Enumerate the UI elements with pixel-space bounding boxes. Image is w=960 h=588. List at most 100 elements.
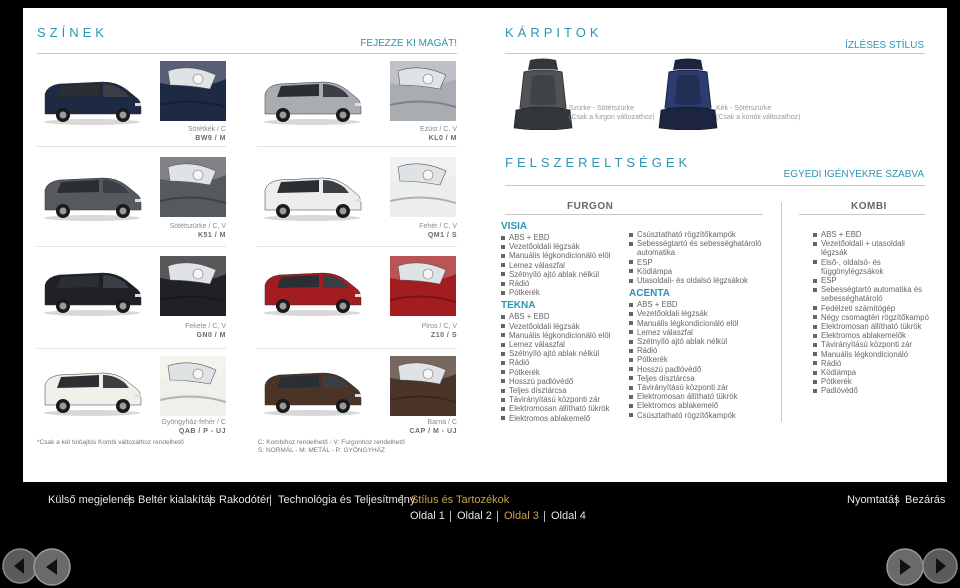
feature-item: Teljes dísztárcsa [501, 386, 629, 395]
feature-item: Pótkerék [501, 288, 629, 297]
swatch-row-divider [257, 146, 457, 147]
trim-level-title: TEKNA [501, 300, 536, 312]
swatch-name: Fekete / C, V [185, 323, 226, 330]
swatch-car-image [257, 363, 367, 419]
feature-item: Távirányítású központi zár [501, 395, 629, 404]
swatch-caption: Ezüst / C, V KL0 / M [257, 125, 457, 143]
swatch-code: GN0 / M [196, 332, 226, 339]
swatch-row-divider [37, 146, 226, 147]
feature-item: Manuális légkondicionáló [813, 350, 931, 359]
feature-item: Rádió [501, 279, 629, 288]
swatch-car-image [257, 72, 367, 128]
furgon-header: FURGON [567, 201, 614, 212]
feature-item: Szétnyíló ajtó ablak nélkül [629, 337, 765, 346]
kombi-underline [799, 214, 925, 215]
colors-subtitle: FEJEZZE KI MAGÁT! [360, 38, 457, 49]
nav-separator [402, 495, 403, 506]
feature-item: Pótkerék [813, 377, 931, 386]
nav-separator [544, 511, 545, 522]
page-link[interactable]: Oldal 4 [551, 510, 586, 522]
swatch-name: Sötétkék / C [187, 126, 226, 133]
feature-item: Teljes dísztárcsa [629, 374, 765, 383]
bottom-navigation: Külső megjelenés Beltér kialakítás Rakodót… [0, 482, 960, 534]
swatch-car-image [37, 72, 147, 128]
swatch-caption: Fekete / C, V GN0 / M [26, 322, 226, 340]
swatch-code: BW9 / M [195, 135, 226, 142]
feature-item: Padlóvédő [813, 386, 931, 395]
nav-separator [450, 511, 451, 522]
feature-item: Fedélzeti számítógép [813, 304, 931, 313]
arrow-left-icon [33, 548, 71, 586]
brochure-page: SZÍNEK FEJEZZE KI MAGÁT! KÁRPITOK ÍZLÉSE… [23, 8, 947, 482]
swatch-car-image [37, 363, 147, 419]
swatch-car-image [37, 263, 147, 319]
swatch-name: Barna / C [427, 419, 457, 426]
feature-item: Lemez válaszfal [501, 340, 629, 349]
swatch-caption: Fehér / C, V QM1 / S [257, 222, 457, 240]
swatch-detail-image [390, 61, 456, 121]
nav-link[interactable]: Technológia és Teljesítmény [278, 494, 415, 506]
nav-link[interactable]: Stílus és Tartozékok [411, 494, 509, 506]
legend-line-2: S: NORMÁL - M: METÁL - P: GYÖNGYHÁZ [258, 447, 386, 454]
legend-line-1: C: Kombihoz rendelhető - V: Furgonhoz re… [258, 439, 405, 446]
close-link[interactable]: Bezárás [905, 494, 945, 506]
arrow-right-icon [886, 548, 924, 586]
swatch-code: KL0 / M [428, 135, 457, 142]
swatch-code: QAB / P - UJ [178, 428, 226, 435]
feature-item: Sebességtartó automatika és sebességhatá… [813, 285, 931, 303]
nav-link[interactable]: Rakodótér [219, 494, 270, 506]
kombi-header: KOMBI [851, 201, 887, 212]
next-page-arrow[interactable] [922, 548, 958, 584]
column-divider [781, 202, 782, 422]
swatch-caption: Piros / C, V Z10 / S [257, 322, 457, 340]
feature-item: Csúsztatható rögzítőkampók [629, 411, 765, 420]
feature-item: Elektromos ablakemelő [501, 414, 629, 423]
feature-item: Vezetőoldali + utasoldali légzsák [813, 239, 931, 257]
equipment-divider [505, 185, 925, 186]
feature-item: Sebességtartó és sebességhatároló automa… [629, 239, 765, 257]
nav-link[interactable]: Külső megjelenés [48, 494, 135, 506]
prev-section-arrow[interactable] [33, 548, 71, 586]
feature-item: Elektromosan állítható tükrök [629, 392, 765, 401]
swatch-name: Fehér / C, V [419, 223, 457, 230]
upholstery-divider [505, 53, 925, 54]
swatch-detail-image [160, 157, 226, 217]
feature-item: Hosszú padlóvédő [501, 377, 629, 386]
equipment-title: FELSZERELTSÉGEK [505, 155, 692, 170]
feature-item: Rádió [501, 358, 629, 367]
feature-item: Elektromos ablakemelő [629, 401, 765, 410]
swatch-caption: Gyöngyház-fehér / C QAB / P - UJ [26, 418, 226, 436]
feature-item: ABS + EBD [813, 230, 931, 239]
feature-item: Vezetőoldali légzsák [501, 242, 629, 251]
swatch-code: K51 / M [197, 232, 226, 239]
nav-separator [497, 511, 498, 522]
page-link[interactable]: Oldal 3 [504, 510, 539, 522]
feature-item: ESP [813, 276, 931, 285]
upholstery-title: KÁRPITOK [505, 25, 603, 40]
feature-item: Pótkerék [629, 355, 765, 364]
feature-item: Ködlámpa [629, 267, 765, 276]
nav-separator [210, 495, 211, 506]
swatch-code: QM1 / S [427, 232, 457, 239]
page-link[interactable]: Oldal 2 [457, 510, 492, 522]
feature-item: Manuális légkondicionáló elöl [629, 319, 765, 328]
feature-item: Lemez válaszfal [501, 261, 629, 270]
swatch-name: Sötétszürke / C, V [169, 223, 226, 230]
trim-level-title: ACENTA [629, 288, 670, 300]
feature-item: ABS + EBD [501, 233, 629, 242]
swatch-detail-image [390, 256, 456, 316]
furgon-list-right: Csúsztatható rögzítőkampók Sebességtartó … [629, 230, 765, 420]
nav-link[interactable]: Beltér kialakítás [138, 494, 216, 506]
feature-item: Vezetőoldali légzsák [501, 322, 629, 331]
next-section-arrow[interactable] [886, 548, 924, 586]
feature-item: Manuális légkondicionáló elöl [501, 251, 629, 260]
seat-grey [510, 58, 576, 130]
swatch-detail-image [160, 256, 226, 316]
upholstery-subtitle: ÍZLÉSES STÍLUS [845, 40, 924, 51]
feature-item: Rádió [813, 359, 931, 368]
swatch-name: Piros / C, V [421, 323, 457, 330]
feature-item: Szétnyíló ajtó ablak nélkül [501, 270, 629, 279]
print-link[interactable]: Nyomtatás [847, 494, 900, 506]
page-link[interactable]: Oldal 1 [410, 510, 445, 522]
feature-item: Ködlámpa [813, 368, 931, 377]
